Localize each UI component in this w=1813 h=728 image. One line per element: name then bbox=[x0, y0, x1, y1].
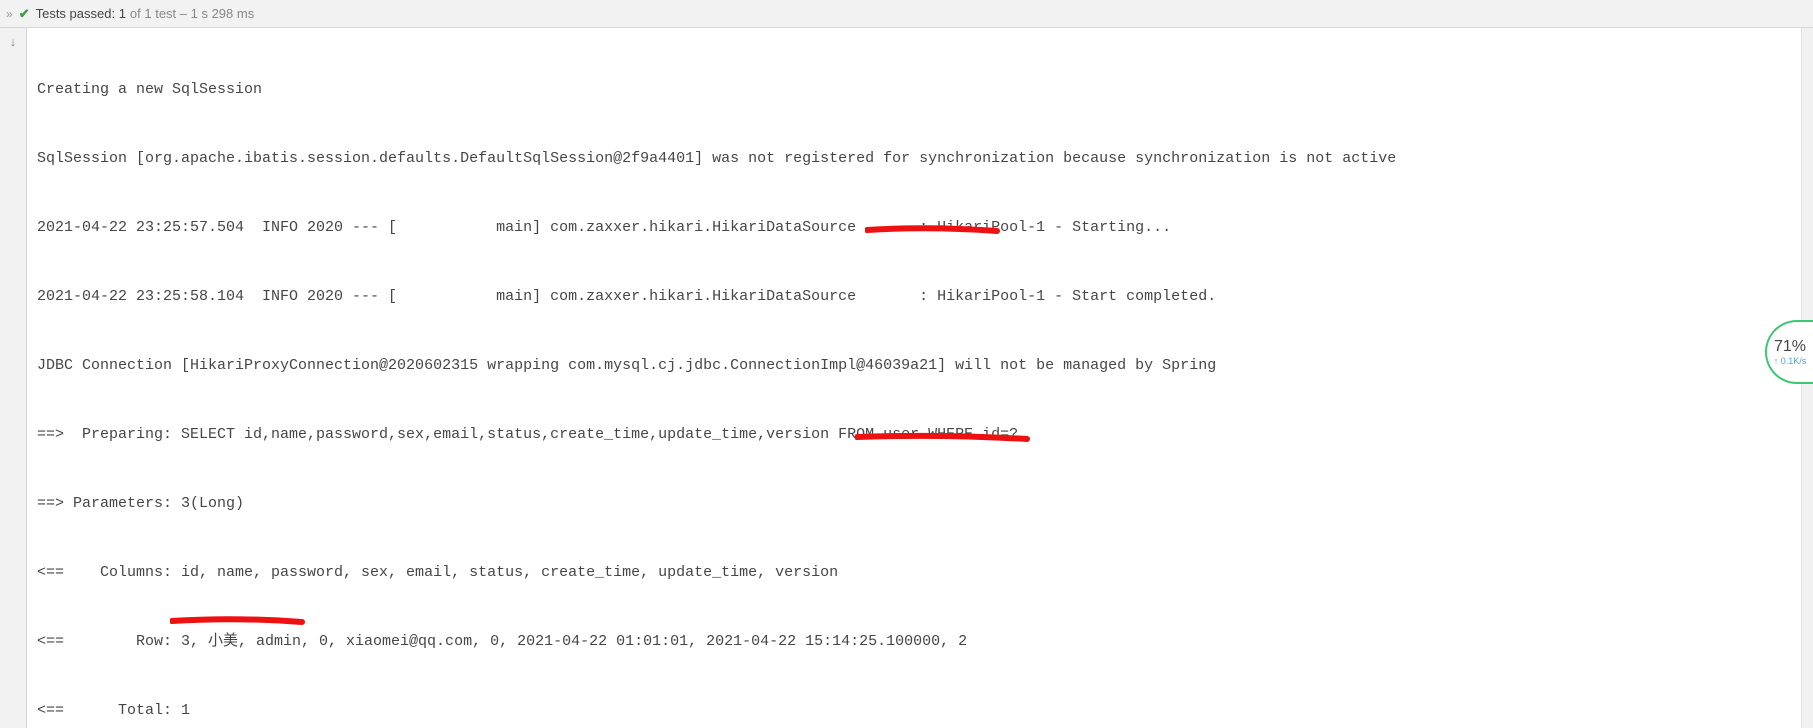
scroll-down-icon[interactable]: ↓ bbox=[10, 34, 17, 49]
log-line: Creating a new SqlSession bbox=[37, 78, 1803, 101]
check-icon: ✔ bbox=[19, 6, 30, 22]
log-line: JDBC Connection [HikariProxyConnection@2… bbox=[37, 354, 1803, 377]
log-line: 2021-04-22 23:25:58.104 INFO 2020 --- [ … bbox=[37, 285, 1803, 308]
speed-percent: 71% bbox=[1774, 338, 1806, 356]
log-line: <== Columns: id, name, password, sex, em… bbox=[37, 561, 1803, 584]
test-status-bar: » ✔ Tests passed: 1 of 1 test – 1 s 298 … bbox=[0, 0, 1813, 28]
log-line: <== Total: 1 bbox=[37, 699, 1803, 722]
log-line: ==> Preparing: SELECT id,name,password,s… bbox=[37, 423, 1803, 446]
log-line: <== Row: 3, 小美, admin, 0, xiaomei@qq.com… bbox=[37, 630, 1803, 653]
speed-rate: ↑ 0.1K/s bbox=[1774, 356, 1807, 366]
tests-passed-label: Tests passed: 1 bbox=[36, 6, 126, 21]
log-line: SqlSession [org.apache.ibatis.session.de… bbox=[37, 147, 1803, 170]
console-gutter: ↓ bbox=[0, 28, 27, 728]
log-line: ==> Parameters: 3(Long) bbox=[37, 492, 1803, 515]
chevron-right-icon: » bbox=[6, 7, 13, 21]
console-output[interactable]: Creating a new SqlSession SqlSession [or… bbox=[27, 28, 1813, 728]
log-line: 2021-04-22 23:25:57.504 INFO 2020 --- [ … bbox=[37, 216, 1803, 239]
tests-meta-label: of 1 test – 1 s 298 ms bbox=[130, 6, 254, 21]
